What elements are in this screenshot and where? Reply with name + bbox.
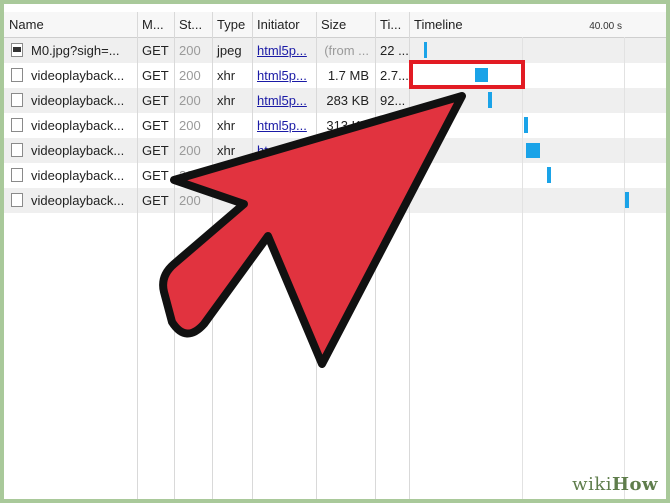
pointer-arrow-icon (159, 92, 466, 368)
wikihow-watermark: wikiHow (572, 474, 658, 495)
network-panel: Name M... St... Type Initiator Size Ti..… (4, 4, 666, 499)
